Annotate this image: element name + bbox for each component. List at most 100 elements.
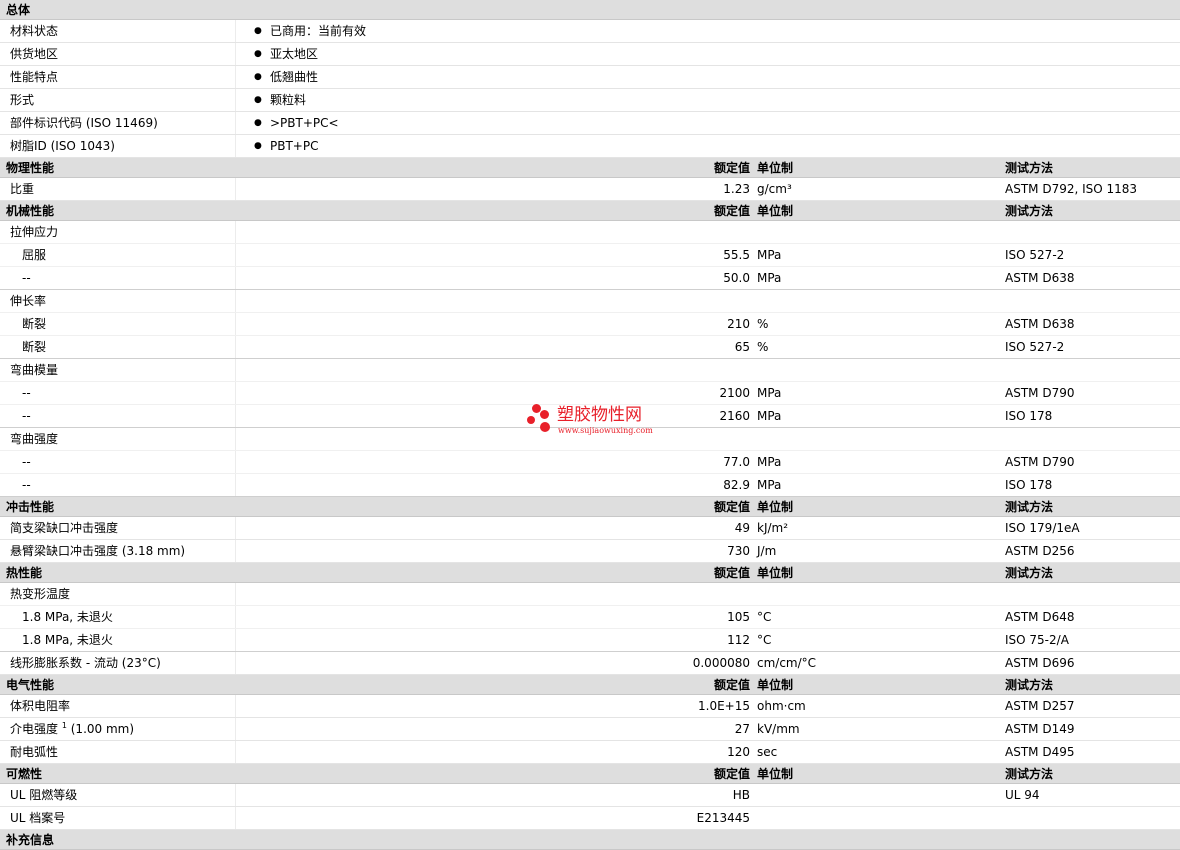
column-divider [235,451,236,473]
column-divider [235,807,236,829]
general-label: 材料状态 [10,24,59,38]
unit-value: % [757,317,769,331]
general-value: 低翘曲性 [270,70,319,84]
nominal-value: 730 [727,544,750,558]
nominal-header: 额定值 [713,767,750,781]
nominal-value: 82.9 [723,478,750,492]
property-group-label: 弯曲模量 [10,363,59,377]
section-title: 机械性能 [6,204,55,218]
unit-value: g/cm³ [757,182,792,196]
section-header-supplement: 补充信息 [0,830,1180,850]
general-label: 部件标识代码 (ISO 11469) [10,116,158,130]
nominal-value: 77.0 [723,455,750,469]
column-divider [235,629,236,651]
property-group-label: 拉伸应力 [10,225,59,239]
property-row: UL 档案号 E213445 [0,807,1180,830]
nominal-value: 49 [734,521,750,535]
column-divider [235,112,236,134]
general-row: 树脂ID (ISO 1043) ● PBT+PC [0,135,1180,158]
general-label: 形式 [10,93,35,107]
unit-header: 单位制 [757,204,794,218]
unit-value: °C [757,610,772,624]
property-sublabel: 1.8 MPa, 未退火 [22,610,113,624]
nominal-value: 0.000080 [692,656,750,670]
unit-value: ohm·cm [757,699,806,713]
property-label: 介电强度 1 (1.00 mm) [10,718,134,741]
nominal-value: 210 [727,317,750,331]
test-method: ISO 179/1eA [1005,521,1080,535]
column-divider [235,20,236,42]
property-subrow: 1.8 MPa, 未退火 105 °C ASTM D648 [0,606,1180,629]
unit-value: °C [757,633,772,647]
nominal-value: 65 [734,340,750,354]
unit-value: MPa [757,271,782,285]
test-method: ISO 178 [1005,478,1053,492]
section-title: 热性能 [6,566,43,580]
method-header: 测试方法 [1005,767,1054,781]
general-row: 形式 ● 颗粒料 [0,89,1180,112]
property-subrow: -- 82.9 MPa ISO 178 [0,474,1180,497]
general-label: 供货地区 [10,47,59,61]
property-group-row: 弯曲模量 [0,359,1180,382]
property-subrow: 断裂 65 % ISO 527-2 [0,336,1180,359]
column-divider [235,135,236,157]
unit-value: MPa [757,248,782,262]
nominal-value: 112 [727,633,750,647]
section-title: 物理性能 [6,161,55,175]
property-row: 比重 1.23 g/cm³ ASTM D792, ISO 1183 [0,178,1180,201]
nominal-value: 27 [734,722,750,736]
test-method: ISO 75-2/A [1005,633,1069,647]
property-sublabel: -- [22,455,31,469]
method-header: 测试方法 [1005,566,1054,580]
nominal-header: 额定值 [713,204,750,218]
watermark-logo: 塑胶物性网 www.sujiaowuxing.com [526,403,656,439]
watermark-text: 塑胶物性网 [557,405,642,425]
unit-header: 单位制 [757,161,794,175]
property-sublabel: -- [22,386,31,400]
nominal-header: 额定值 [713,500,750,514]
column-divider [235,221,236,243]
nominal-value: 1.23 [723,182,750,196]
column-divider [235,540,236,562]
property-subrow: 1.8 MPa, 未退火 112 °C ISO 75-2/A [0,629,1180,652]
general-value: PBT+PC [270,139,319,153]
general-row: 部件标识代码 (ISO 11469) ● >PBT+PC< [0,112,1180,135]
property-subrow: 断裂 210 % ASTM D638 [0,313,1180,336]
property-group-label: 弯曲强度 [10,432,59,446]
nominal-value: 105 [727,610,750,624]
watermark-url: www.sujiaowuxing.com [558,426,653,435]
property-group-row: 拉伸应力 [0,221,1180,244]
column-divider [235,741,236,763]
column-divider [235,43,236,65]
column-divider [235,718,236,740]
unit-value: MPa [757,409,782,423]
property-label: 耐电弧性 [10,745,59,759]
unit-value: kJ/m² [757,521,789,535]
section-header-general: 总体 [0,0,1180,20]
unit-header: 单位制 [757,767,794,781]
bullet-icon: ● [254,72,262,82]
property-label: 比重 [10,182,35,196]
unit-value: J/m [757,544,777,558]
property-row: UL 阻燃等级 HB UL 94 [0,784,1180,807]
property-row: 介电强度 1 (1.00 mm) 27 kV/mm ASTM D149 [0,718,1180,741]
section-header-thermal: 热性能 额定值 单位制 测试方法 [0,563,1180,583]
column-divider [235,313,236,335]
section-header-physical: 物理性能 额定值 单位制 测试方法 [0,158,1180,178]
unit-value: MPa [757,455,782,469]
property-subrow: -- 77.0 MPa ASTM D790 [0,451,1180,474]
column-divider [235,244,236,266]
property-sublabel: -- [22,478,31,492]
property-sublabel: -- [22,271,31,285]
column-divider [235,405,236,427]
column-divider [235,89,236,111]
general-row: 材料状态 ● 已商用：当前有效 [0,20,1180,43]
property-sublabel: 断裂 [22,340,47,354]
nominal-value: E213445 [696,811,750,825]
general-value: 亚太地区 [270,47,319,61]
column-divider [235,267,236,289]
section-title: 电气性能 [6,678,55,692]
bullet-icon: ● [254,118,262,128]
general-label: 树脂ID (ISO 1043) [10,139,115,153]
column-divider [235,178,236,200]
